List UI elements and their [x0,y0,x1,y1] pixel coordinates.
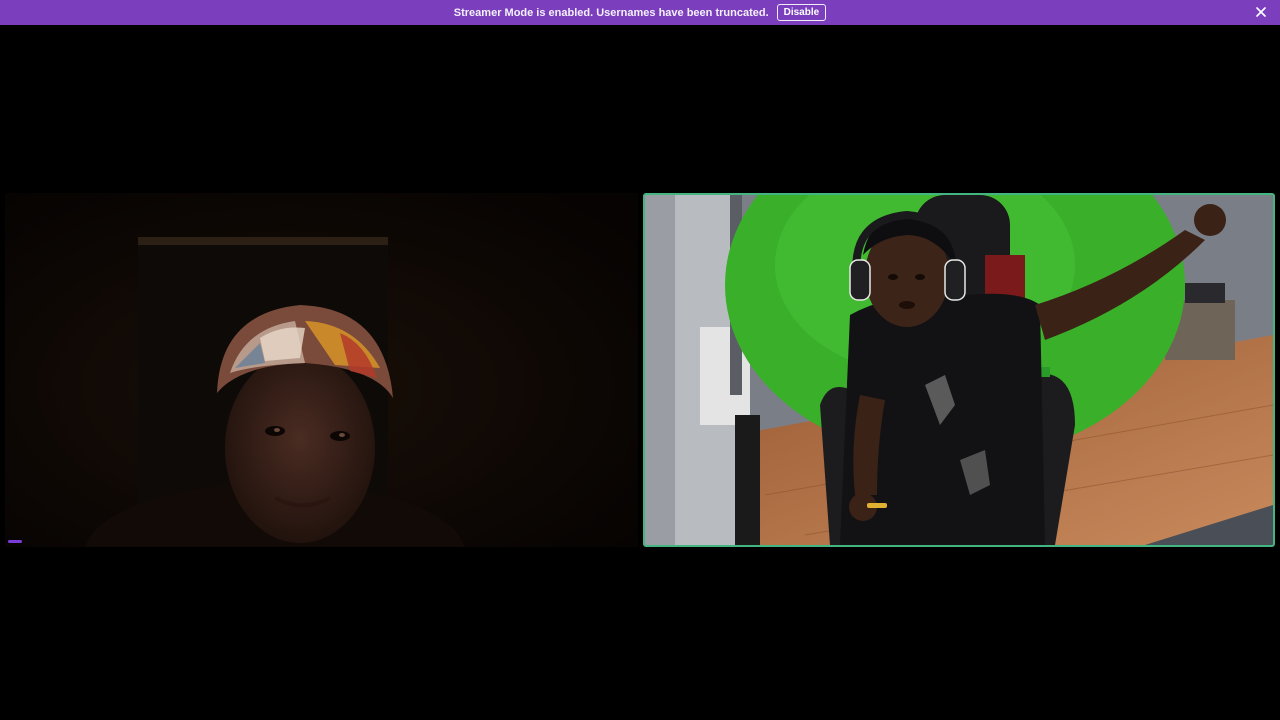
close-icon[interactable] [1254,5,1268,19]
video-call-stage [0,25,1280,720]
streamer-mode-message: Streamer Mode is enabled. Usernames have… [453,6,769,19]
disable-streamer-mode-button[interactable]: Disable [776,4,827,21]
participant-video-tile-left[interactable] [5,193,638,547]
participant-name-badge [8,540,22,543]
participant-video-tile-right[interactable] [643,193,1275,547]
participant-video-feed-right [645,195,1273,545]
streamer-mode-banner: Streamer Mode is enabled. Usernames have… [0,0,1280,25]
participant-video-feed-left [5,193,638,547]
